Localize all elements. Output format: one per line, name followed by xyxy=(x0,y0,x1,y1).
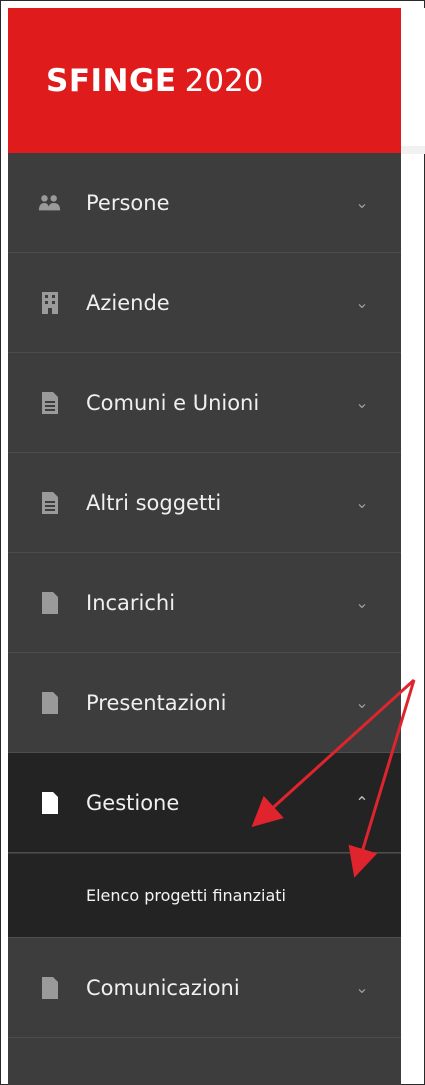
document-icon xyxy=(38,389,62,417)
sidebar-item-comunicazioni[interactable]: Comunicazioni ⌄ xyxy=(8,938,401,1038)
brand-year: 2020 xyxy=(184,62,264,99)
users-icon xyxy=(38,189,62,217)
document-icon xyxy=(38,489,62,517)
sidebar-item-label: Gestione xyxy=(86,790,180,815)
sidebar-item-persone[interactable]: Persone ⌄ xyxy=(8,153,401,253)
chevron-down-icon: ⌄ xyxy=(355,593,369,612)
chevron-down-icon: ⌄ xyxy=(355,293,369,312)
top-header-bar xyxy=(401,8,425,154)
gestione-submenu: Elenco progetti finanziati xyxy=(8,853,401,938)
chevron-down-icon: ⌄ xyxy=(355,393,369,412)
sidebar-item-presentazioni[interactable]: Presentazioni ⌄ xyxy=(8,653,401,753)
chevron-down-icon: ⌄ xyxy=(355,493,369,512)
sidebar-item-altri-soggetti[interactable]: Altri soggetti ⌄ xyxy=(8,453,401,553)
sidebar-item-aziende[interactable]: Aziende ⌄ xyxy=(8,253,401,353)
file-icon xyxy=(38,789,62,817)
chevron-up-icon: ⌃ xyxy=(355,793,369,812)
sidebar-item-label: Altri soggetti xyxy=(86,490,222,515)
sidebar-item-label: Incarichi xyxy=(86,590,176,615)
brand-header[interactable]: SFINGE 2020 xyxy=(8,8,401,153)
sidebar-item-label: Persone xyxy=(86,190,170,215)
building-icon xyxy=(38,289,62,317)
file-icon xyxy=(38,589,62,617)
chevron-down-icon: ⌄ xyxy=(355,693,369,712)
sidebar-item-label: Comunicazioni xyxy=(86,975,240,1000)
submenu-item-elenco-progetti-finanziati[interactable]: Elenco progetti finanziati xyxy=(8,853,401,937)
sidebar-item-comuni-e-unioni[interactable]: Comuni e Unioni ⌄ xyxy=(8,353,401,453)
sidebar-item-label: Presentazioni xyxy=(86,690,227,715)
chevron-down-icon: ⌄ xyxy=(355,193,369,212)
sidebar-item-incarichi[interactable]: Incarichi ⌄ xyxy=(8,553,401,653)
sidebar-item-label: Comuni e Unioni xyxy=(86,390,260,415)
file-icon xyxy=(38,689,62,717)
file-icon xyxy=(38,974,62,1002)
sidebar-nav: Persone ⌄ Aziende ⌄ Comuni e Unioni ⌄ Al… xyxy=(8,153,401,1038)
sidebar-item-label: Aziende xyxy=(86,290,170,315)
sidebar: SFINGE 2020 Persone ⌄ Aziende ⌄ Comuni e… xyxy=(8,8,401,1085)
sidebar-item-gestione[interactable]: Gestione ⌃ xyxy=(8,753,401,853)
brand-name: SFINGE xyxy=(46,62,177,99)
chevron-down-icon: ⌄ xyxy=(355,978,369,997)
